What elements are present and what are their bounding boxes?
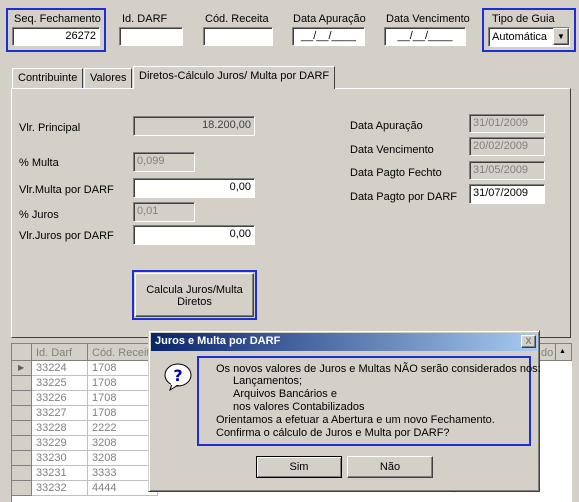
- tab-diretos-calculo[interactable]: Diretos-Cálculo Juros/ Multa por DARF: [133, 66, 336, 89]
- row-indicator[interactable]: [12, 436, 32, 451]
- grid-cell-id-darf[interactable]: 33228: [32, 421, 88, 436]
- data-apuracao-label: Data Apuração: [350, 120, 423, 132]
- data-apuracao-field: 31/01/2009: [469, 114, 545, 133]
- data-vencimento-field: 20/02/2009: [469, 137, 545, 156]
- data-vencimento-header-label: Data Vencimento: [386, 13, 470, 25]
- dialog-line-5: Orientamos a efetuar a Abertura e um nov…: [216, 414, 495, 426]
- vlr-juros-field[interactable]: 0,00: [133, 225, 255, 245]
- tipo-guia-label: Tipo de Guia: [492, 13, 555, 25]
- dialog-line-6: Confirma o cálculo de Juros e Multa por …: [216, 427, 450, 439]
- svg-text:?: ?: [173, 366, 182, 385]
- grid-cell-id-darf[interactable]: 33231: [32, 466, 88, 481]
- chevron-down-icon[interactable]: ▼: [553, 28, 569, 45]
- dialog-titlebar[interactable]: Juros e Multa por DARF: [151, 333, 537, 351]
- seq-label: Seq. Fechamento: [14, 13, 101, 25]
- data-pagto-fecho-field: 31/05/2009: [469, 161, 545, 180]
- close-icon[interactable]: X: [521, 335, 536, 348]
- question-icon: ?: [163, 362, 193, 392]
- data-pagto-darf-field[interactable]: 31/07/2009: [469, 184, 545, 204]
- data-pagto-fecho-label: Data Pagto Fechto: [350, 167, 442, 179]
- pct-juros-field: 0,01: [133, 202, 195, 222]
- pct-multa-label: % Multa: [19, 157, 59, 169]
- row-indicator[interactable]: [12, 421, 32, 436]
- row-indicator[interactable]: [12, 481, 32, 496]
- grid-cell-id-darf[interactable]: 33232: [32, 481, 88, 496]
- cod-receita-field[interactable]: [203, 27, 273, 46]
- tipo-guia-value: Automática: [492, 31, 548, 43]
- grid-corner: [12, 344, 32, 361]
- row-indicator[interactable]: [12, 391, 32, 406]
- dialog-line-4: nos valores Contabilizados: [233, 401, 365, 413]
- grid-cell-id-darf[interactable]: 33230: [32, 451, 88, 466]
- vlr-principal-field: 18.200,00: [133, 116, 255, 136]
- id-darf-field[interactable]: [119, 27, 183, 46]
- grid-header-id-darf[interactable]: Id. Darf: [32, 344, 88, 361]
- dialog-title: Juros e Multa por DARF: [155, 335, 281, 347]
- pct-multa-field: 0,099: [133, 152, 195, 172]
- data-apuracao-header-label: Data Apuração: [293, 13, 366, 25]
- tab-contribuinte[interactable]: Contribuinte: [12, 68, 84, 88]
- vlr-juros-label: Vlr.Juros por DARF: [19, 230, 114, 242]
- confirm-dialog: Juros e Multa por DARF X ? Os novos valo…: [148, 330, 541, 492]
- data-apuracao-header-field[interactable]: __/__/____: [292, 27, 365, 46]
- id-darf-label: Id. DARF: [122, 13, 168, 25]
- calc-button-line2: Diretos: [177, 296, 212, 308]
- calc-juros-multa-button[interactable]: Calcula Juros/Multa Diretos: [135, 273, 254, 317]
- tab-valores[interactable]: Valores: [84, 68, 133, 88]
- grid-cell-id-darf[interactable]: 33229: [32, 436, 88, 451]
- vlr-multa-label: Vlr.Multa por DARF: [19, 184, 114, 196]
- vlr-principal-label: Vlr. Principal: [19, 122, 81, 134]
- data-pagto-darf-label: Data Pagto por DARF: [350, 191, 457, 203]
- row-indicator[interactable]: [12, 451, 32, 466]
- cod-receita-label: Cód. Receita: [205, 13, 269, 25]
- no-button[interactable]: Não: [347, 456, 433, 478]
- seq-field[interactable]: 26272: [12, 27, 100, 46]
- data-vencimento-label: Data Vencimento: [350, 144, 434, 156]
- row-indicator[interactable]: [12, 466, 32, 481]
- dialog-line-3: Arquivos Bancários e: [233, 388, 337, 400]
- row-indicator[interactable]: [12, 376, 32, 391]
- grid-cell-id-darf[interactable]: 33225: [32, 376, 88, 391]
- grid-cell-id-darf[interactable]: 33227: [32, 406, 88, 421]
- grid-cell-id-darf[interactable]: 33224: [32, 361, 88, 376]
- grid-scroll-up[interactable]: ▲: [556, 344, 572, 361]
- dialog-line-2: Lançamentos;: [233, 375, 303, 387]
- data-vencimento-header-field[interactable]: __/__/____: [384, 27, 466, 46]
- grid-cell-id-darf[interactable]: 33226: [32, 391, 88, 406]
- row-indicator[interactable]: [12, 406, 32, 421]
- dialog-line-1: Os novos valores de Juros e Multas NÃO s…: [216, 363, 541, 375]
- calc-button-line1: Calcula Juros/Multa: [146, 284, 243, 296]
- grid-header-do[interactable]: do: [539, 344, 556, 361]
- pct-juros-label: % Juros: [19, 209, 59, 221]
- yes-button[interactable]: Sim: [256, 456, 342, 478]
- row-indicator-arrow-icon[interactable]: ▶: [12, 361, 32, 376]
- vlr-multa-field[interactable]: 0,00: [133, 178, 255, 198]
- tipo-guia-select[interactable]: Automática ▼: [488, 27, 570, 47]
